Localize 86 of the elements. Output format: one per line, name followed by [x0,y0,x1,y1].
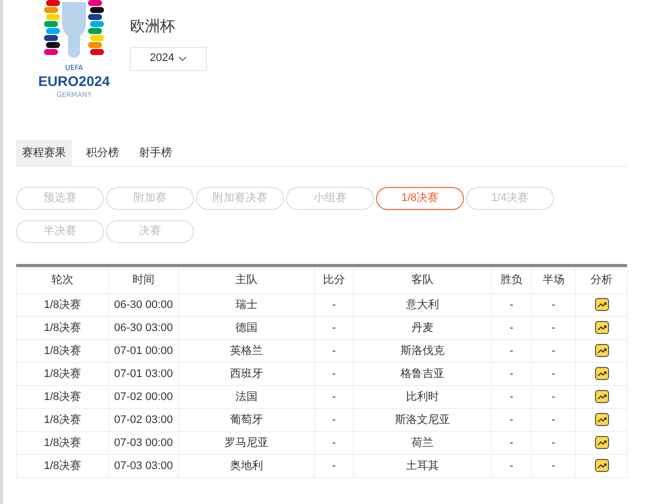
table-cell: 07-01 00:00 [108,340,178,362]
table-cell: 荷兰 [354,432,492,454]
stage-filter[interactable]: 1/4决赛 [466,187,554,210]
column-header: 比分 [314,268,354,294]
table-cell: 07-02 03:00 [108,408,178,432]
tab[interactable]: 赛程赛果 [16,140,72,166]
table-cell: - [492,386,532,408]
table-cell: - [492,432,532,454]
chart-icon[interactable] [594,344,608,358]
table-cell: - [314,454,354,478]
stage-filter[interactable]: 1/8决赛 [376,187,464,210]
table-cell: - [492,316,532,340]
table-cell: 土耳其 [354,454,492,478]
table-cell: - [532,408,576,432]
column-header: 半场 [532,268,576,294]
table-cell: - [532,386,576,408]
table-cell: 1/8决赛 [16,340,108,362]
stage-filter[interactable]: 小组赛 [286,187,374,210]
table-cell: 瑞士 [178,294,314,316]
chart-icon[interactable] [594,459,608,472]
table-cell: 07-03 03:00 [108,454,178,478]
table-cell: - [314,408,354,432]
chart-icon[interactable] [594,436,608,450]
table-cell: - [532,316,576,340]
table-cell: - [532,340,576,362]
table-cell: - [492,408,532,432]
table-cell: 07-03 00:00 [108,432,178,454]
column-header: 分析 [576,268,628,294]
table-cell: - [314,340,354,362]
table-cell: 07-02 00:00 [108,386,178,408]
table-cell: 1/8决赛 [16,294,108,316]
table-cell: - [492,362,532,386]
table-cell: 葡萄牙 [178,408,314,432]
table-cell: 格鲁吉亚 [354,362,492,386]
stage-filter[interactable]: 附加赛 [106,187,194,210]
tab[interactable]: 积分榜 [80,140,125,166]
table-cell: 比利时 [354,386,492,408]
table-cell: 意大利 [354,294,492,316]
table-cell: 1/8决赛 [16,362,108,386]
table-cell: - [492,294,532,316]
stage-filter[interactable]: 附加赛决赛 [196,187,284,210]
chart-icon[interactable] [594,298,608,312]
table-cell: - [314,294,354,316]
table-cell: 1/8决赛 [16,386,108,408]
league-title: 欧洲杯 [130,17,176,37]
column-header: 胜负 [492,268,532,294]
table-cell: 1/8决赛 [16,432,108,454]
table-cell: 06-30 03:00 [108,316,178,340]
table-cell: - [492,454,532,478]
table-cell: - [314,386,354,408]
table-cell: 奥地利 [178,454,314,478]
table-cell: - [314,432,354,454]
chart-icon[interactable] [594,321,608,334]
table-cell: 丹麦 [354,316,492,340]
table-cell: 法国 [178,386,314,408]
table-cell: 1/8决赛 [16,316,108,340]
chart-icon[interactable] [594,367,608,380]
table-cell: 斯洛伐克 [354,340,492,362]
stage-filter[interactable]: 决赛 [106,220,194,243]
table-cell: - [532,454,576,478]
table-cell: - [314,362,354,386]
chart-icon[interactable] [594,390,608,404]
table-cell: 1/8决赛 [16,408,108,432]
table-cell: 西班牙 [178,362,314,386]
stage-filter[interactable]: 预选赛 [16,187,104,210]
tab[interactable]: 射手榜 [133,140,178,166]
chevron-down-icon [178,56,188,62]
table-cell: 07-01 03:00 [108,362,178,386]
table-cell: - [314,316,354,340]
chart-icon[interactable] [594,413,608,426]
table-cell: 罗马尼亚 [178,432,314,454]
column-header: 时间 [108,268,178,294]
table-cell: 1/8决赛 [16,454,108,478]
season-select[interactable]: 2024 [130,46,207,70]
table-cell: - [492,340,532,362]
table-cell: - [532,362,576,386]
table-cell: 英格兰 [178,340,314,362]
table-cell: - [532,432,576,454]
column-header: 主队 [178,268,314,294]
column-header: 轮次 [16,268,108,294]
stage-filter[interactable]: 半决赛 [16,220,104,243]
table-cell: 斯洛文尼亚 [354,408,492,432]
column-header: 客队 [354,268,492,294]
table-cell: 06-30 00:00 [108,294,178,316]
table-cell: - [532,294,576,316]
table-cell: 德国 [178,316,314,340]
